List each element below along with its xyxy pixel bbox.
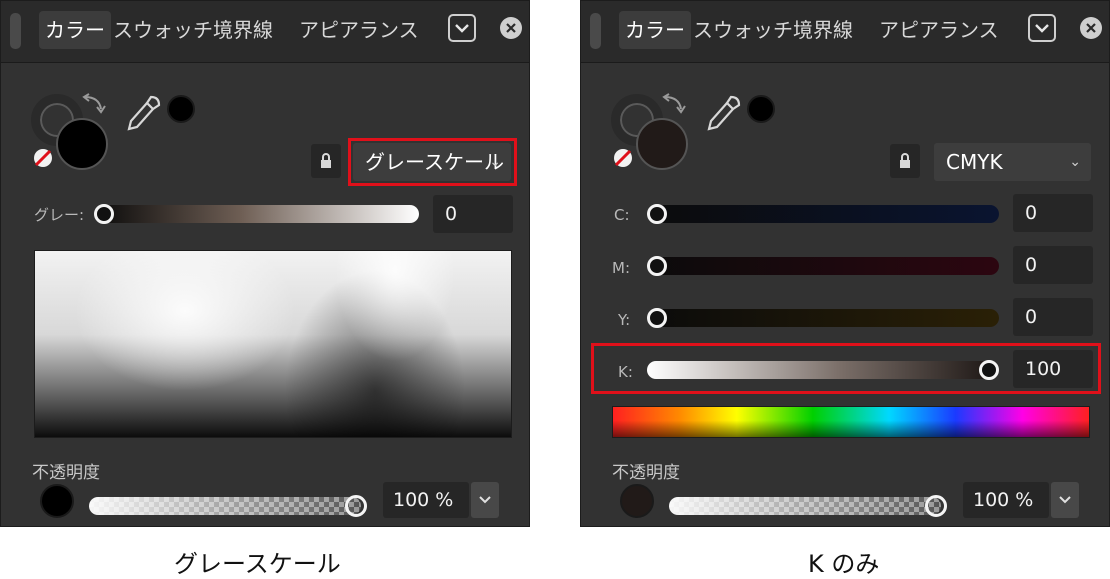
black-slider-thumb[interactable] xyxy=(979,360,999,380)
tab-appearance[interactable]: アピアランス xyxy=(293,11,425,49)
panel-menu-button[interactable] xyxy=(1028,14,1056,42)
picked-color-swatch[interactable] xyxy=(167,95,195,123)
yellow-slider-thumb[interactable] xyxy=(647,308,667,328)
chevron-down-icon xyxy=(1059,496,1071,504)
chevron-down-icon xyxy=(479,496,491,504)
opacity-swatch xyxy=(620,484,654,518)
lock-icon xyxy=(900,153,910,168)
panel-tab-bar: カラー スウォッチ 境界線 アピアランス xyxy=(1,1,529,63)
close-panel-button[interactable] xyxy=(500,17,522,39)
cyan-value-field[interactable]: 0 xyxy=(1013,194,1093,232)
tab-swatches[interactable]: スウォッチ xyxy=(687,11,799,49)
gray-value-field[interactable]: 0 xyxy=(433,195,513,233)
caption-grayscale: グレースケール xyxy=(174,550,341,578)
opacity-label: 不透明度 xyxy=(32,463,100,483)
opacity-dropdown-button[interactable] xyxy=(1051,482,1079,518)
gray-slider[interactable] xyxy=(95,205,419,223)
none-color-icon[interactable] xyxy=(612,147,634,169)
magenta-slider-thumb[interactable] xyxy=(647,256,667,276)
gray-spectrum-field[interactable] xyxy=(34,250,512,438)
close-icon xyxy=(506,23,516,33)
close-icon xyxy=(1086,23,1096,33)
black-value-field[interactable]: 100 xyxy=(1013,350,1093,388)
caption-k-only: K のみ xyxy=(808,550,880,578)
color-mode-value: CMYK xyxy=(946,150,1003,174)
black-label: K: xyxy=(618,363,633,381)
fill-swatch[interactable] xyxy=(636,118,688,170)
opacity-slider-thumb[interactable] xyxy=(345,495,367,517)
color-panel-cmyk: カラー スウォッチ 境界線 アピアランス CMYK ⌄ C: 0 M: 0 Y:… xyxy=(580,0,1110,527)
opacity-label: 不透明度 xyxy=(612,463,680,483)
opacity-swatch xyxy=(40,484,74,518)
tab-swatches[interactable]: スウォッチ xyxy=(107,11,219,49)
color-panel-grayscale: カラー スウォッチ 境界線 アピアランス グレースケール ⌄ グレー: 0 不透… xyxy=(0,0,530,527)
lock-icon xyxy=(321,153,331,168)
tab-appearance[interactable]: アピアランス xyxy=(873,11,1005,49)
opacity-slider[interactable] xyxy=(669,497,941,515)
chevron-down-icon: ⌄ xyxy=(489,154,501,170)
magenta-slider[interactable] xyxy=(647,257,999,275)
swap-icon[interactable] xyxy=(661,93,687,115)
chevron-down-icon xyxy=(1035,24,1049,33)
opacity-value-field[interactable]: 100 % xyxy=(383,482,469,518)
gray-label: グレー: xyxy=(34,206,85,224)
tab-stroke[interactable]: 境界線 xyxy=(787,11,859,49)
lock-button[interactable] xyxy=(311,144,341,178)
yellow-slider[interactable] xyxy=(647,309,999,327)
yellow-label: Y: xyxy=(618,311,631,329)
color-mode-select[interactable]: グレースケール ⌄ xyxy=(353,143,511,181)
drag-grip[interactable] xyxy=(10,13,21,49)
yellow-value-field[interactable]: 0 xyxy=(1013,298,1093,336)
opacity-slider[interactable] xyxy=(89,497,361,515)
chevron-down-icon: ⌄ xyxy=(1069,154,1081,170)
none-color-icon[interactable] xyxy=(32,147,54,169)
black-slider[interactable] xyxy=(647,361,999,379)
tab-color[interactable]: カラー xyxy=(619,11,691,49)
fill-swatch[interactable] xyxy=(56,118,108,170)
magenta-value-field[interactable]: 0 xyxy=(1013,246,1093,284)
cyan-slider-thumb[interactable] xyxy=(647,204,667,224)
cyan-label: C: xyxy=(614,206,630,224)
panel-menu-button[interactable] xyxy=(448,14,476,42)
cyan-slider[interactable] xyxy=(647,205,999,223)
tab-color[interactable]: カラー xyxy=(39,11,111,49)
tab-stroke[interactable]: 境界線 xyxy=(207,11,279,49)
picked-color-swatch[interactable] xyxy=(747,95,775,123)
opacity-slider-thumb[interactable] xyxy=(925,495,947,517)
chevron-down-icon xyxy=(455,24,469,33)
color-mode-select[interactable]: CMYK ⌄ xyxy=(934,143,1091,181)
drag-grip[interactable] xyxy=(590,13,601,49)
panel-tab-bar: カラー スウォッチ 境界線 アピアランス xyxy=(581,1,1109,63)
close-panel-button[interactable] xyxy=(1080,17,1102,39)
eyedropper-icon[interactable] xyxy=(123,93,163,133)
magenta-label: M: xyxy=(612,259,630,277)
opacity-value-field[interactable]: 100 % xyxy=(963,482,1049,518)
lock-button[interactable] xyxy=(890,144,920,178)
swap-icon[interactable] xyxy=(81,93,107,115)
color-spectrum-bar[interactable] xyxy=(612,406,1090,438)
color-mode-value: グレースケール xyxy=(365,150,504,174)
gray-slider-thumb[interactable] xyxy=(94,204,114,224)
eyedropper-icon[interactable] xyxy=(703,93,743,133)
opacity-dropdown-button[interactable] xyxy=(471,482,499,518)
